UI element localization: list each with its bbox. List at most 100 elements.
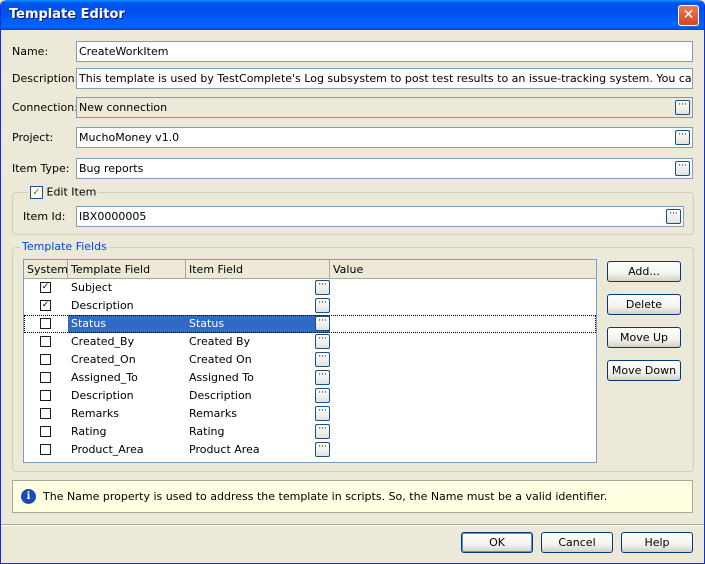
itemtype-browse-button[interactable]: ··· xyxy=(675,161,690,176)
template-fields-grid[interactable]: System Template Field Item Field Value ✓… xyxy=(23,259,597,463)
ok-button[interactable]: OK xyxy=(461,532,533,553)
value-cell[interactable] xyxy=(330,279,596,297)
item-field-cell[interactable] xyxy=(186,297,330,315)
move-up-button[interactable]: Move Up xyxy=(607,327,681,348)
title-bar[interactable]: Template Editor ✕ xyxy=(1,0,704,30)
template-field-cell[interactable]: Status xyxy=(68,315,186,333)
column-header-template-field[interactable]: Template Field xyxy=(68,260,186,279)
system-cell xyxy=(24,423,68,441)
template-field-cell[interactable]: Description xyxy=(68,297,186,315)
system-checkbox[interactable]: ✓ xyxy=(40,300,51,311)
item-field-cell[interactable]: Created On xyxy=(186,351,330,369)
item-field-browse-button[interactable]: ··· xyxy=(315,442,330,457)
move-down-button[interactable]: Move Down xyxy=(607,360,681,381)
table-row[interactable]: Created_On Created On ··· xyxy=(24,351,596,369)
delete-button[interactable]: Delete xyxy=(607,294,681,315)
template-field-cell[interactable]: Rating xyxy=(68,423,186,441)
system-checkbox[interactable] xyxy=(40,426,51,437)
item-field-cell[interactable]: Product Area xyxy=(186,441,330,459)
system-cell xyxy=(24,387,68,405)
help-button[interactable]: Help xyxy=(621,532,693,553)
table-row[interactable]: Description Description ··· xyxy=(24,387,596,405)
table-row[interactable]: ✓ Subject ··· xyxy=(24,279,596,297)
item-field-cell[interactable] xyxy=(186,279,330,297)
itemtype-value: Bug reports xyxy=(79,162,144,175)
item-field-cell[interactable]: Remarks xyxy=(186,405,330,423)
system-checkbox[interactable] xyxy=(40,444,51,455)
system-checkbox[interactable] xyxy=(40,354,51,365)
connection-label: Connection: xyxy=(12,101,78,114)
value-cell[interactable] xyxy=(330,423,596,441)
template-field-cell[interactable]: Remarks xyxy=(68,405,186,423)
edit-item-checkbox[interactable]: ✓ xyxy=(30,185,43,199)
connection-browse-button[interactable]: ··· xyxy=(675,100,690,115)
template-field-cell[interactable]: Created_By xyxy=(68,333,186,351)
value-cell[interactable] xyxy=(330,315,596,333)
item-field-cell[interactable]: Rating xyxy=(186,423,330,441)
project-field[interactable]: MuchoMoney v1.0 ··· xyxy=(76,127,693,148)
project-label: Project: xyxy=(12,131,54,144)
system-checkbox[interactable]: ✓ xyxy=(40,282,51,293)
itemid-field[interactable]: IBX0000005 ··· xyxy=(76,206,684,227)
itemid-value: IBX0000005 xyxy=(79,210,147,223)
item-field-browse-button[interactable]: ··· xyxy=(315,316,330,331)
item-field-browse-button[interactable]: ··· xyxy=(315,370,330,385)
value-cell[interactable] xyxy=(330,405,596,423)
system-checkbox[interactable] xyxy=(40,408,51,419)
window-title: Template Editor xyxy=(9,7,125,22)
edit-item-label: Edit Item xyxy=(46,185,97,199)
system-cell xyxy=(24,369,68,387)
item-field-browse-button[interactable]: ··· xyxy=(315,424,330,439)
table-row[interactable]: Rating Rating ··· xyxy=(24,423,596,441)
add-button[interactable]: Add... xyxy=(607,261,681,282)
table-row[interactable]: ✓ Description ··· xyxy=(24,297,596,315)
column-header-item-field[interactable]: Item Field xyxy=(186,260,330,279)
edit-item-header: ✓ Edit Item xyxy=(28,185,99,199)
table-row[interactable]: Assigned_To Assigned To ··· xyxy=(24,369,596,387)
itemid-label: Item Id: xyxy=(23,210,66,223)
item-field-browse-button[interactable]: ··· xyxy=(315,406,330,421)
value-cell[interactable] xyxy=(330,387,596,405)
value-cell[interactable] xyxy=(330,297,596,315)
item-field-browse-button[interactable]: ··· xyxy=(315,334,330,349)
item-field-browse-button[interactable]: ··· xyxy=(315,280,330,295)
info-icon: i xyxy=(21,489,36,504)
item-field-cell[interactable]: Assigned To xyxy=(186,369,330,387)
template-field-cell[interactable]: Subject xyxy=(68,279,186,297)
name-label: Name: xyxy=(12,45,49,58)
system-checkbox[interactable] xyxy=(40,372,51,383)
column-header-value[interactable]: Value xyxy=(330,260,596,279)
system-checkbox[interactable] xyxy=(40,336,51,347)
table-row[interactable]: Remarks Remarks ··· xyxy=(24,405,596,423)
itemtype-field[interactable]: Bug reports ··· xyxy=(76,158,693,179)
cancel-button[interactable]: Cancel xyxy=(541,532,613,553)
item-field-browse-button[interactable]: ··· xyxy=(315,388,330,403)
system-checkbox[interactable] xyxy=(40,390,51,401)
value-cell[interactable] xyxy=(330,333,596,351)
item-field-browse-button[interactable]: ··· xyxy=(315,352,330,367)
item-field-cell[interactable]: Created By xyxy=(186,333,330,351)
info-text: The Name property is used to address the… xyxy=(43,490,608,503)
table-row[interactable]: Product_Area Product Area ··· xyxy=(24,441,596,459)
project-browse-button[interactable]: ··· xyxy=(675,130,690,145)
value-cell[interactable] xyxy=(330,441,596,459)
template-field-cell[interactable]: Product_Area xyxy=(68,441,186,459)
system-checkbox[interactable] xyxy=(40,318,51,329)
table-row[interactable]: Status Status ··· xyxy=(24,315,596,333)
system-cell xyxy=(24,333,68,351)
item-field-browse-button[interactable]: ··· xyxy=(315,298,330,313)
connection-field[interactable]: New connection ··· xyxy=(76,97,693,118)
template-field-cell[interactable]: Created_On xyxy=(68,351,186,369)
item-field-cell[interactable]: Status xyxy=(186,315,330,333)
column-header-system[interactable]: System xyxy=(24,260,68,279)
itemid-browse-button[interactable]: ··· xyxy=(666,209,681,224)
template-field-cell[interactable]: Assigned_To xyxy=(68,369,186,387)
value-cell[interactable] xyxy=(330,369,596,387)
template-field-cell[interactable]: Description xyxy=(68,387,186,405)
table-row[interactable]: Created_By Created By ··· xyxy=(24,333,596,351)
name-field[interactable]: CreateWorkItem xyxy=(76,41,693,62)
item-field-cell[interactable]: Description xyxy=(186,387,330,405)
value-cell[interactable] xyxy=(330,351,596,369)
description-field[interactable]: This template is used by TestComplete's … xyxy=(76,68,693,89)
close-button[interactable]: ✕ xyxy=(678,5,699,26)
